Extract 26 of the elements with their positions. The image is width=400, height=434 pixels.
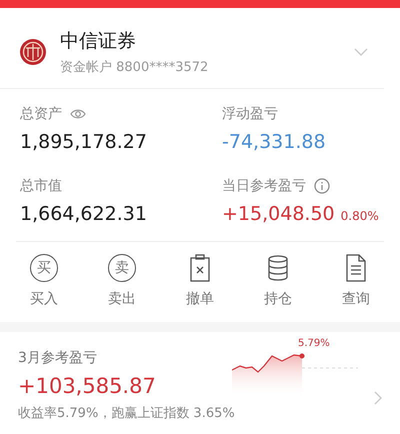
stat-label: 浮动盈亏 bbox=[222, 105, 278, 123]
action-button[interactable]: 持仓 bbox=[248, 254, 308, 308]
stat-value: 1,895,178.27 bbox=[20, 131, 147, 153]
chevron-right-icon[interactable] bbox=[374, 390, 382, 404]
stat-label: 当日参考盈亏 bbox=[222, 177, 306, 195]
action-button[interactable]: 撤单 bbox=[170, 254, 230, 308]
action-button[interactable]: 查询 bbox=[326, 254, 386, 308]
circle-glyph-icon: 买 bbox=[30, 254, 58, 282]
stat-label: 总市值 bbox=[20, 177, 62, 195]
logo-icon bbox=[20, 39, 46, 65]
circle-glyph-icon: 卖 bbox=[108, 254, 136, 282]
stat-value: -74,331.88 bbox=[222, 131, 326, 153]
broker-name: 中信证券 bbox=[60, 29, 137, 54]
action-button[interactable]: 买 买入 bbox=[14, 254, 74, 308]
info-icon[interactable] bbox=[314, 178, 330, 194]
chart-label: 5.79% bbox=[298, 338, 330, 349]
monthly-value: +103,585.87 bbox=[18, 374, 157, 398]
account-number: 资金帐户 8800****3572 bbox=[60, 59, 210, 76]
stat-percent: 0.80% bbox=[340, 209, 379, 223]
chevron-down-icon[interactable] bbox=[354, 47, 368, 57]
monthly-title: 3月参考盈亏 bbox=[18, 348, 98, 366]
stat-value: 1,664,622.31 bbox=[20, 203, 147, 225]
action-button[interactable]: 卖 卖出 bbox=[92, 254, 152, 308]
stat-label: 总资产 bbox=[20, 105, 62, 123]
monthly-summary: 收益率5.79%，跑赢上证指数 3.65% bbox=[18, 405, 236, 422]
stat-value: +15,048.50 bbox=[222, 203, 335, 225]
